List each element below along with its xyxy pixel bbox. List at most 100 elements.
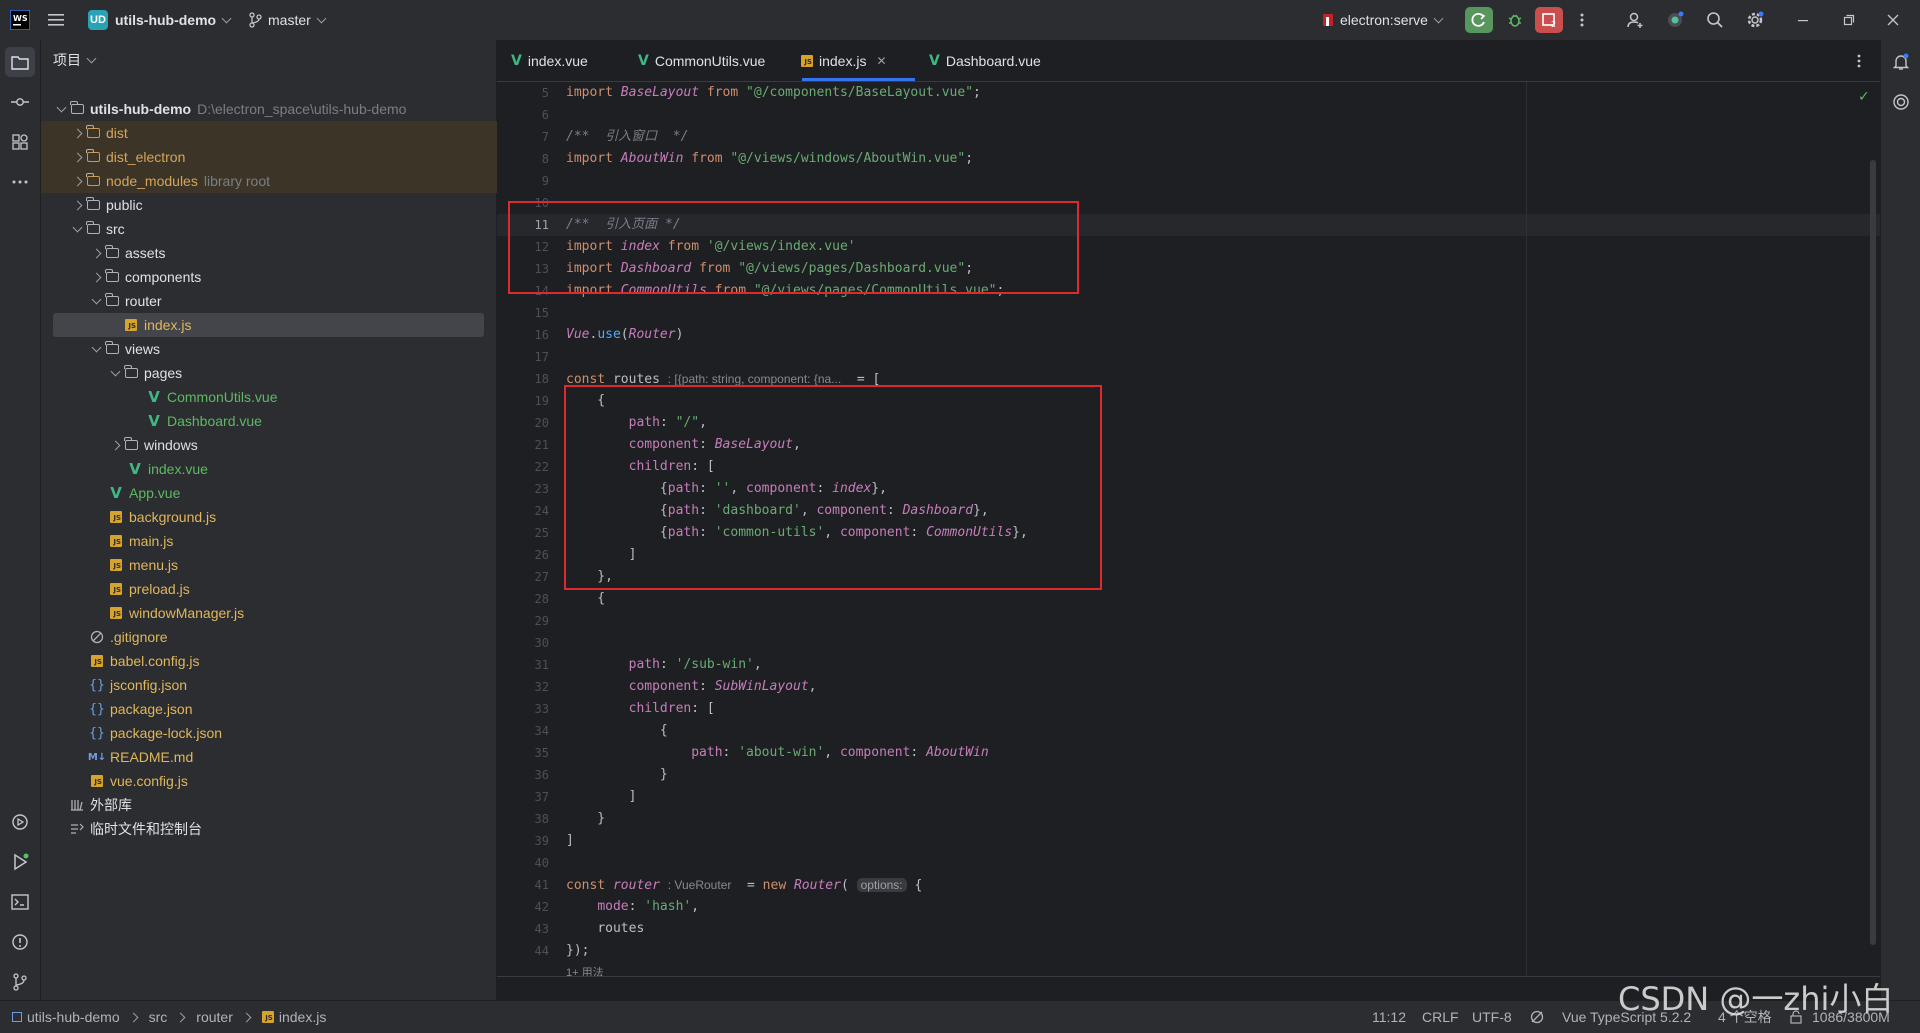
ai-off-icon[interactable] xyxy=(1530,1001,1544,1033)
type-hint: : VueRouter xyxy=(667,878,732,892)
breadcrumb-item[interactable]: utils-hub-demo xyxy=(27,1009,120,1025)
code-line: routes xyxy=(597,921,645,936)
code-editor[interactable]: ✓ 5 6 7 8 9 10 11 12 13 14 15 16 17 18 1… xyxy=(497,82,1880,976)
more-actions-icon[interactable] xyxy=(1572,7,1592,33)
structure-icon[interactable] xyxy=(5,127,35,157)
code-line: } xyxy=(566,767,668,782)
run-tool-icon[interactable] xyxy=(5,847,35,877)
git-icon[interactable] xyxy=(5,967,35,997)
tab-dashboard-vue[interactable]: V Dashboard.vue xyxy=(929,40,1041,81)
project-name: utils-hub-demo xyxy=(115,12,217,28)
ai-chat-spiral-icon[interactable] xyxy=(1886,87,1916,117)
tree-item-dist-electron[interactable]: dist_electron xyxy=(41,145,524,169)
folder-icon xyxy=(86,125,100,138)
tree-item-views[interactable]: views xyxy=(41,337,543,361)
close-window-icon[interactable] xyxy=(1880,7,1906,33)
tree-item-menu-js[interactable]: JS menu.js xyxy=(41,553,563,577)
file-encoding[interactable]: UTF-8 xyxy=(1472,1001,1512,1033)
terminal-icon[interactable] xyxy=(5,887,35,917)
tree-item-label: index.vue xyxy=(148,461,208,477)
active-tab-indicator xyxy=(802,78,915,81)
project-panel-title[interactable]: 项目 xyxy=(53,40,97,80)
tree-item-label: .gitignore xyxy=(110,629,168,645)
tree-item-windows[interactable]: windows xyxy=(41,433,562,457)
app-logo-icon[interactable]: WS xyxy=(10,0,30,40)
line-number: 5 xyxy=(541,86,549,100)
chevron-down-icon xyxy=(86,53,97,63)
tree-item-dist[interactable]: dist xyxy=(41,121,524,145)
vue-file-icon: V xyxy=(148,388,160,406)
vertical-scrollbar[interactable] xyxy=(1870,160,1876,945)
debug-button[interactable] xyxy=(1502,7,1528,33)
line-number: 7 xyxy=(541,130,549,144)
chevron-right-icon xyxy=(241,1012,252,1022)
tree-item-label: assets xyxy=(125,245,166,261)
tree-item-external-libraries[interactable]: 外部库 xyxy=(41,793,524,817)
tree-item-main-js[interactable]: JS main.js xyxy=(41,529,563,553)
tab-commonutils-vue[interactable]: V CommonUtils.vue xyxy=(638,40,765,81)
tree-item-gitignore[interactable]: .gitignore xyxy=(41,625,544,649)
js-file-icon: JS xyxy=(125,319,137,331)
tree-item-jsconfig-json[interactable]: {} jsconfig.json xyxy=(41,673,544,697)
inspection-ok-check-icon[interactable]: ✓ xyxy=(1858,88,1874,104)
tab-close-icon[interactable]: ✕ xyxy=(876,54,886,68)
tree-item-background-js[interactable]: JS background.js xyxy=(41,505,563,529)
tree-item-pages[interactable]: pages xyxy=(41,361,562,385)
tree-item-babel-config-js[interactable]: JS babel.config.js xyxy=(41,649,544,673)
branch-switcher[interactable]: master xyxy=(248,0,327,40)
tree-root[interactable]: utils-hub-demo D:\electron_space\utils-h… xyxy=(41,97,508,121)
breadcrumb-item[interactable]: index.js xyxy=(279,1009,326,1025)
tab-index-vue[interactable]: V index.vue xyxy=(511,40,588,81)
ai-assistant-icon[interactable] xyxy=(1662,7,1688,33)
chevron-down-icon xyxy=(91,342,101,352)
tree-item-router[interactable]: router xyxy=(41,289,543,313)
tree-item-src[interactable]: src xyxy=(41,217,524,241)
search-icon[interactable] xyxy=(1702,7,1728,33)
library-icon xyxy=(71,800,83,811)
more-tools-icon[interactable] xyxy=(5,167,35,197)
caret-position[interactable]: 11:12 xyxy=(1372,1001,1406,1033)
minimize-window-icon[interactable] xyxy=(1790,7,1816,33)
tab-label: index.js xyxy=(819,52,867,69)
restore-window-icon[interactable] xyxy=(1836,7,1862,33)
bug-icon xyxy=(1508,14,1522,27)
project-tool-folder-icon[interactable] xyxy=(5,47,35,77)
tree-item-node-modules[interactable]: node_modules library root xyxy=(41,169,524,193)
project-switcher[interactable]: UD utils-hub-demo xyxy=(88,0,232,40)
js-file-icon: JS xyxy=(91,775,103,787)
stop-button[interactable]: 2 xyxy=(1535,7,1563,33)
services-icon[interactable] xyxy=(5,807,35,837)
settings-gear-icon[interactable] xyxy=(1742,7,1768,33)
line-number: 34 xyxy=(534,724,549,738)
tab-index-js[interactable]: JS index.js ✕ xyxy=(801,40,887,81)
tree-item-router-index-js[interactable]: JS index.js xyxy=(53,313,484,337)
usages-hint[interactable]: 1+ 用法 xyxy=(566,962,604,976)
add-user-icon[interactable] xyxy=(1622,7,1648,33)
svg-text:2: 2 xyxy=(1551,20,1556,28)
main-menu-icon[interactable] xyxy=(48,0,66,40)
tab-actions-more-icon[interactable] xyxy=(1849,48,1869,74)
notifications-bell-icon[interactable] xyxy=(1886,47,1916,77)
tree-item-windowmanager-js[interactable]: JS windowManager.js xyxy=(41,601,563,625)
json-file-icon: {} xyxy=(89,701,105,717)
tree-item-public[interactable]: public xyxy=(41,193,524,217)
rerun-button[interactable] xyxy=(1465,7,1493,33)
tree-item-assets[interactable]: assets xyxy=(41,241,543,265)
run-config-selector[interactable]: electron:serve xyxy=(1322,0,1444,40)
breadcrumb-item[interactable]: router xyxy=(196,1009,233,1025)
tree-item-components[interactable]: components xyxy=(41,265,543,289)
line-number: 36 xyxy=(534,768,549,782)
tree-item-app-vue[interactable]: V App.vue xyxy=(41,481,563,505)
tree-item-package-lock-json[interactable]: {} package-lock.json xyxy=(41,721,544,745)
breadcrumb-item[interactable]: src xyxy=(149,1009,168,1025)
tree-item-readme-md[interactable]: M↓ README.md xyxy=(41,745,544,769)
line-number: 42 xyxy=(534,900,549,914)
problems-icon[interactable] xyxy=(5,927,35,957)
tree-item-scratches[interactable]: 临时文件和控制台 xyxy=(41,817,524,841)
ignore-file-icon xyxy=(90,630,104,644)
tree-item-vue-config-js[interactable]: JS vue.config.js xyxy=(41,769,544,793)
line-separator[interactable]: CRLF xyxy=(1422,1001,1459,1033)
tree-item-preload-js[interactable]: JS preload.js xyxy=(41,577,563,601)
commit-icon[interactable] xyxy=(5,87,35,117)
tree-item-package-json[interactable]: {} package.json xyxy=(41,697,544,721)
